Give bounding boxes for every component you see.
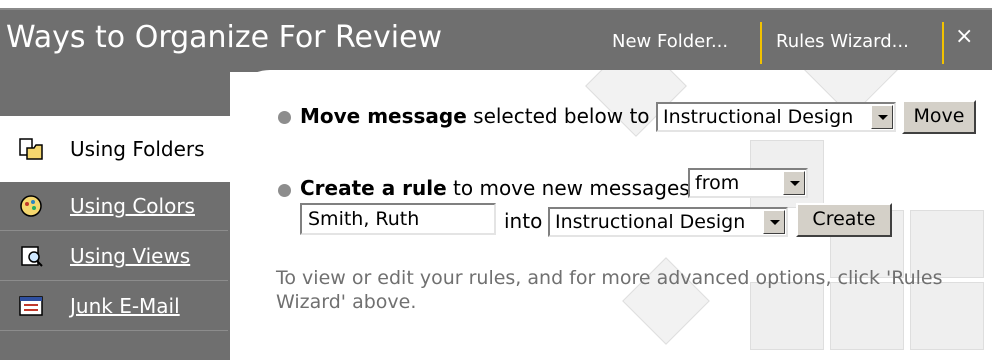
sidebar-item-label: Junk E-Mail [70, 294, 180, 318]
chevron-down-icon[interactable] [763, 210, 785, 234]
rule-folder-value: Instructional Design [555, 211, 746, 233]
move-folder-select[interactable]: Instructional Design [656, 102, 896, 132]
new-folder-link[interactable]: New Folder... [612, 31, 728, 52]
rules-hint-text: To view or edit your rules, and for more… [276, 267, 943, 313]
chevron-down-icon[interactable] [871, 105, 893, 129]
sidebar-item-label: Using Colors [70, 194, 195, 218]
pane-title: Ways to Organize For Review [6, 20, 443, 55]
rule-condition-value: from [695, 172, 740, 194]
folder-icon [18, 136, 44, 162]
views-icon [18, 243, 44, 269]
content-area: Move message selected below to Instructi… [230, 70, 992, 360]
move-folder-value: Instructional Design [663, 106, 854, 128]
rule-condition-select[interactable]: from [688, 168, 808, 198]
sidebar-item-label: Using Folders [70, 137, 205, 161]
header-separator [760, 22, 762, 64]
sidebar-item-using-folders[interactable]: Using Folders [0, 116, 230, 182]
sidebar-item-label: Using Views [70, 244, 191, 268]
into-label: into [504, 209, 543, 233]
colors-icon [18, 193, 44, 219]
chevron-down-icon[interactable] [783, 171, 805, 195]
sidebar-item-using-colors[interactable]: Using Colors [0, 182, 228, 231]
rule-folder-select[interactable]: Instructional Design [548, 207, 788, 237]
close-icon[interactable]: × [955, 24, 973, 49]
sidebar-item-junk-email[interactable]: Junk E-Mail [0, 282, 228, 331]
bullet [278, 111, 291, 124]
bullet [278, 184, 291, 197]
pane-header: Ways to Organize For Review New Folder..… [0, 8, 992, 72]
move-button[interactable]: Move [902, 100, 976, 134]
sidebar: Using Folders Using Colors Using Views J… [0, 70, 230, 360]
sender-input[interactable] [300, 203, 496, 235]
move-message-label: Move message selected below to [300, 104, 650, 128]
organize-pane: Ways to Organize For Review New Folder..… [0, 0, 992, 360]
junk-mail-icon [18, 293, 44, 319]
header-separator [942, 22, 944, 64]
sidebar-item-using-views[interactable]: Using Views [0, 232, 228, 281]
create-button[interactable]: Create [796, 203, 892, 237]
create-rule-label: Create a rule to move new messages [300, 176, 690, 200]
rules-wizard-link[interactable]: Rules Wizard... [776, 31, 909, 52]
